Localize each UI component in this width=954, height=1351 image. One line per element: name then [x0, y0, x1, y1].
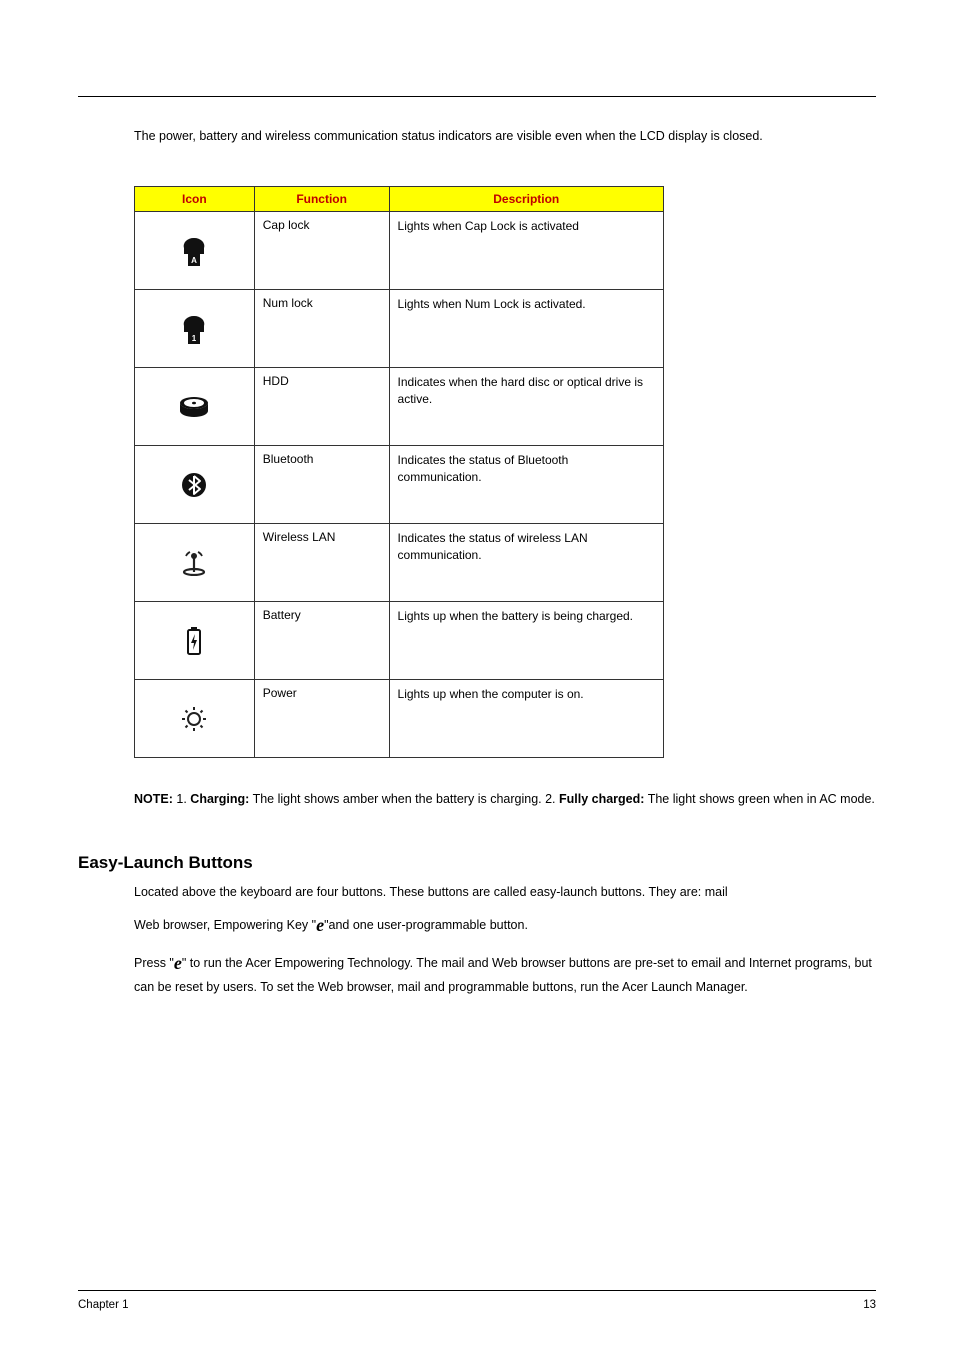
intro-text: The power, battery and wireless communic… — [134, 127, 876, 146]
num-lock-icon: 1 — [135, 290, 254, 367]
table-row: Wireless LAN Indicates the status of wir… — [135, 524, 664, 602]
desc-cell: Indicates the status of Bluetooth commun… — [389, 446, 663, 524]
top-divider — [78, 96, 876, 97]
table-row: HDD Indicates when the hard disc or opti… — [135, 368, 664, 446]
footer-chapter: Chapter 1 — [78, 1299, 129, 1311]
footer-page-number: 13 — [863, 1299, 876, 1311]
func-cell: Power — [254, 680, 389, 758]
bluetooth-icon — [135, 446, 254, 523]
desc-cell: Indicates the status of wireless LAN com… — [389, 524, 663, 602]
power-icon — [135, 680, 254, 757]
table-row: A Cap lock Lights when Cap Lock is activ… — [135, 212, 664, 290]
func-cell: HDD — [254, 368, 389, 446]
desc-cell: Indicates when the hard disc or optical … — [389, 368, 663, 446]
func-cell: Num lock — [254, 290, 389, 368]
easy-launch-p2: Web browser, Empowering Key "e"and one u… — [134, 912, 876, 940]
note-strong2: Fully charged: — [559, 792, 644, 806]
func-cell: Battery — [254, 602, 389, 680]
p2b: "and one user-programmable button. — [324, 918, 528, 932]
note: NOTE: 1. Charging: The light shows amber… — [134, 790, 876, 808]
p2a: Web browser, Empowering Key " — [134, 918, 316, 932]
wireless-lan-icon — [135, 524, 254, 601]
table-row: 1 Num lock Lights when Num Lock is activ… — [135, 290, 664, 368]
section-heading: Easy-Launch Buttons — [78, 853, 876, 873]
table-row: Battery Lights up when the battery is be… — [135, 602, 664, 680]
empowering-key-icon: e — [316, 915, 324, 935]
indicators-table: Icon Function Description A Cap lock Lig… — [134, 186, 664, 758]
func-cell: Bluetooth — [254, 446, 389, 524]
table-row: Bluetooth Indicates the status of Blueto… — [135, 446, 664, 524]
page-footer: Chapter 1 13 — [78, 1290, 876, 1311]
easy-launch-p1: Located above the keyboard are four butt… — [134, 883, 876, 902]
note-text2: The light shows green when in AC mode. — [648, 792, 875, 806]
col-header-function: Function — [254, 187, 389, 212]
note-pref1: 1. — [176, 792, 186, 806]
desc-cell: Lights when Num Lock is activated. — [389, 290, 663, 368]
col-header-icon: Icon — [135, 187, 255, 212]
p3a: Press " — [134, 956, 174, 970]
func-cell: Wireless LAN — [254, 524, 389, 602]
table-row: Power Lights up when the computer is on. — [135, 680, 664, 758]
desc-cell: Lights when Cap Lock is activated — [389, 212, 663, 290]
desc-cell: Lights up when the computer is on. — [389, 680, 663, 758]
func-cell: Cap lock — [254, 212, 389, 290]
easy-launch-p3: Press "e" to run the Acer Empowering Tec… — [134, 950, 876, 997]
empowering-key-icon: e — [174, 953, 182, 973]
caps-lock-icon: A — [135, 212, 254, 289]
hdd-icon — [135, 368, 254, 445]
note-text1: The light shows amber when the battery i… — [253, 792, 556, 806]
desc-cell: Lights up when the battery is being char… — [389, 602, 663, 680]
p3b: " to run the Acer Empowering Technology.… — [134, 956, 872, 994]
battery-icon — [135, 602, 254, 679]
svg-text:1: 1 — [192, 334, 197, 343]
col-header-description: Description — [389, 187, 663, 212]
svg-text:A: A — [191, 256, 197, 265]
note-label: NOTE: — [134, 792, 173, 806]
note-strong1: Charging: — [190, 792, 249, 806]
